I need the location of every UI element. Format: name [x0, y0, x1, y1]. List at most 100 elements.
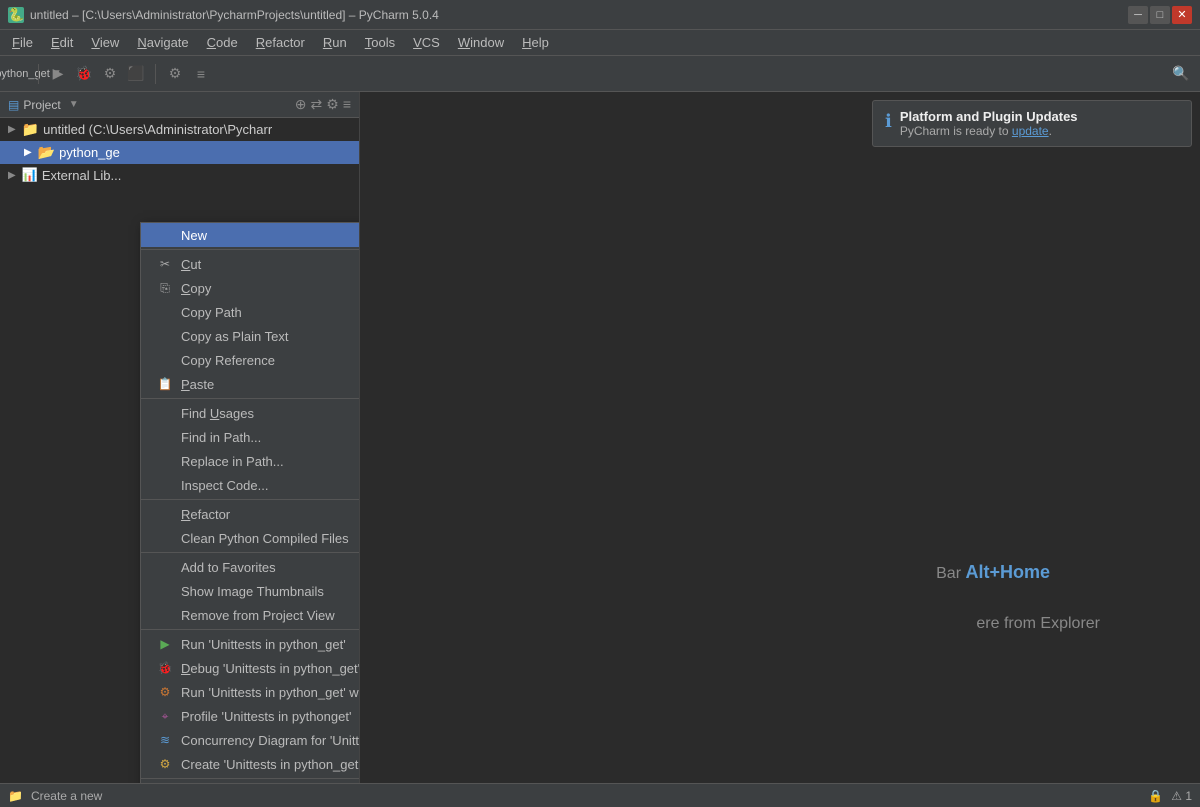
ctx-copy-path[interactable]: Copy Path Ctrl+Shift+C — [141, 300, 360, 324]
close-button[interactable]: ✕ — [1172, 6, 1192, 24]
ctx-coverage[interactable]: ⚙ Run 'Unittests in python_get' with Cov… — [141, 680, 360, 704]
ctx-coverage-label: Run 'Unittests in python_get' with Cover… — [181, 685, 360, 700]
ctx-replace-path-label: Replace in Path... — [181, 454, 284, 469]
project-dropdown-icon[interactable]: ▼ — [69, 99, 79, 110]
ctx-favorites-left: Add to Favorites — [157, 559, 276, 575]
ctx-run-left: ▶ Run 'Unittests in python_get' — [157, 636, 346, 652]
ctx-copy-plain[interactable]: Copy as Plain Text — [141, 324, 360, 348]
ctx-sep-5 — [141, 778, 360, 779]
menu-edit[interactable]: Edit — [43, 33, 81, 52]
ctx-debug-label: Debug 'Unittests in python_get' — [181, 661, 360, 676]
ctx-new-label: New — [181, 228, 207, 243]
ctx-refactor-left: Refactor — [157, 506, 230, 522]
menu-refactor[interactable]: Refactor — [248, 33, 313, 52]
ctx-sep-0 — [141, 249, 360, 250]
app-icon: 🐍 — [8, 7, 24, 23]
ctx-concurrency-label: Concurrency Diagram for 'Unittests in py… — [181, 733, 360, 748]
ctx-profile-left: ⌖ Profile 'Unittests in pythonget' — [157, 708, 351, 724]
tree-label-external: External Lib... — [42, 168, 122, 183]
ctx-find-usages-label: Find Usages — [181, 406, 254, 421]
notification-pre-text: PyCharm is ready to — [900, 124, 1012, 138]
menu-window[interactable]: Window — [450, 33, 512, 52]
content-area: ℹ Platform and Plugin Updates PyCharm is… — [360, 92, 1200, 783]
ctx-concurrency[interactable]: ≋ Concurrency Diagram for 'Unittests in … — [141, 728, 360, 752]
ctx-debug-left: 🐞 Debug 'Unittests in python_get' — [157, 660, 360, 676]
ctx-favorites[interactable]: Add to Favorites ▶ — [141, 555, 360, 579]
ctx-copy[interactable]: ⎘ Copy Ctrl+C — [141, 276, 360, 300]
run-icon: ▶ — [157, 636, 173, 652]
open-hint: ere from Explorer — [976, 615, 1100, 633]
menu-file[interactable]: File — [4, 33, 41, 52]
sidebar-tool-sync[interactable]: ⇄ — [311, 96, 323, 113]
toolbar-sep-1 — [38, 64, 39, 84]
clean-python-icon — [157, 530, 173, 546]
menu-tools[interactable]: Tools — [357, 33, 403, 52]
ctx-find-path[interactable]: Find in Path... Ctrl+Shift+F — [141, 425, 360, 449]
window-controls: ─ □ ✕ — [1128, 6, 1192, 24]
toolbar-run-button[interactable]: ▶ — [47, 63, 69, 85]
context-menu: New ▶ 📄 File 📁 Directory 📦 — [140, 222, 360, 783]
menu-navigate[interactable]: Navigate — [129, 33, 196, 52]
sidebar: ▤ Project ▼ ⊕ ⇄ ⚙ ≡ ▶ 📁 untitled (C:\Use… — [0, 92, 360, 783]
ctx-refactor[interactable]: Refactor ▶ — [141, 502, 360, 526]
toolbar-debug-button[interactable]: 🐞 — [73, 63, 95, 85]
ctx-copy-ref[interactable]: Copy Reference Ctrl+Alt+Shift+C — [141, 348, 360, 372]
ctx-new[interactable]: New ▶ 📄 File 📁 Directory 📦 — [141, 223, 360, 247]
find-usages-icon — [157, 405, 173, 421]
ctx-copy-path-label: Copy Path — [181, 305, 242, 320]
debug-icon: 🐞 — [157, 660, 173, 676]
ctx-cut[interactable]: ✂ Cut Ctrl+X — [141, 252, 360, 276]
tree-arrow-untitled: ▶ — [8, 124, 16, 135]
ctx-create[interactable]: ⚙ Create 'Unittests in python_get'... — [141, 752, 360, 776]
toolbar-coverage-button[interactable]: ⚙ — [99, 63, 121, 85]
notification-text: PyCharm is ready to update. — [900, 124, 1179, 138]
tree-item-untitled[interactable]: ▶ 📁 untitled (C:\Users\Administrator\Pyc… — [0, 118, 359, 141]
tree-item-external-libs[interactable]: ▶ 📊 External Lib... — [0, 164, 359, 186]
project-icon: ▤ — [8, 98, 19, 112]
ctx-find-usages[interactable]: Find Usages Alt+Shift+F7 — [141, 401, 360, 425]
ctx-replace-path[interactable]: Replace in Path... Ctrl+Shift+R — [141, 449, 360, 473]
maximize-button[interactable]: □ — [1150, 6, 1170, 24]
toolbar-stop-button[interactable]: ⬛ — [125, 63, 147, 85]
menu-code[interactable]: Code — [199, 33, 246, 52]
ctx-inspect-label: Inspect Code... — [181, 478, 268, 493]
ctx-paste[interactable]: 📋 Paste Ctrl+V — [141, 372, 360, 396]
ctx-run[interactable]: ▶ Run 'Unittests in python_get' Ctrl+F9 — [141, 632, 360, 656]
ctx-history[interactable]: 🕐 Local History ▶ — [141, 781, 360, 783]
ctx-remove-left: Remove from Project View — [157, 607, 335, 623]
ctx-thumbnails-label: Show Image Thumbnails — [181, 584, 324, 599]
ctx-remove[interactable]: Remove from Project View Delete — [141, 603, 360, 627]
menu-help[interactable]: Help — [514, 33, 557, 52]
main-area: ▤ Project ▼ ⊕ ⇄ ⚙ ≡ ▶ 📁 untitled (C:\Use… — [0, 92, 1200, 783]
sidebar-tool-settings[interactable]: ⚙ — [326, 96, 339, 113]
status-lock: 🔒 — [1148, 789, 1163, 803]
ctx-find-usages-left: Find Usages — [157, 405, 254, 421]
toolbar-settings-button[interactable]: ⚙ — [164, 63, 186, 85]
tree-item-python-get[interactable]: ▶ 📂 python_ge — [0, 141, 359, 164]
find-path-icon — [157, 429, 173, 445]
ctx-clean-python[interactable]: Clean Python Compiled Files — [141, 526, 360, 550]
menu-vcs[interactable]: VCS — [405, 33, 448, 52]
ctx-new-left: New — [157, 227, 207, 243]
toolbar-search-button[interactable]: 🔍 — [1170, 63, 1192, 85]
tree-label-python-get: python_ge — [59, 145, 120, 160]
copy-ref-icon — [157, 352, 173, 368]
ctx-profile[interactable]: ⌖ Profile 'Unittests in pythonget' — [141, 704, 360, 728]
sidebar-tool-add[interactable]: ⊕ — [295, 96, 307, 113]
notification-content: Platform and Plugin Updates PyCharm is r… — [900, 109, 1179, 138]
ctx-debug[interactable]: 🐞 Debug 'Unittests in python_get' — [141, 656, 360, 680]
ctx-thumbnails[interactable]: Show Image Thumbnails Ctrl+Shift+T — [141, 579, 360, 603]
ctx-copy-path-left: Copy Path — [157, 304, 242, 320]
menu-run[interactable]: Run — [315, 33, 355, 52]
status-text: Create a new — [31, 789, 102, 803]
ctx-inspect[interactable]: Inspect Code... — [141, 473, 360, 497]
ctx-concurrency-left: ≋ Concurrency Diagram for 'Unittests in … — [157, 732, 360, 748]
menu-view[interactable]: View — [83, 33, 127, 52]
toolbar-more-button[interactable]: ≡ — [190, 63, 212, 85]
ctx-copy-plain-left: Copy as Plain Text — [157, 328, 288, 344]
notification-update-link[interactable]: update — [1012, 124, 1049, 138]
concurrency-icon: ≋ — [157, 732, 173, 748]
sidebar-tool-collapse[interactable]: ≡ — [343, 96, 351, 113]
copy-path-icon — [157, 304, 173, 320]
minimize-button[interactable]: ─ — [1128, 6, 1148, 24]
